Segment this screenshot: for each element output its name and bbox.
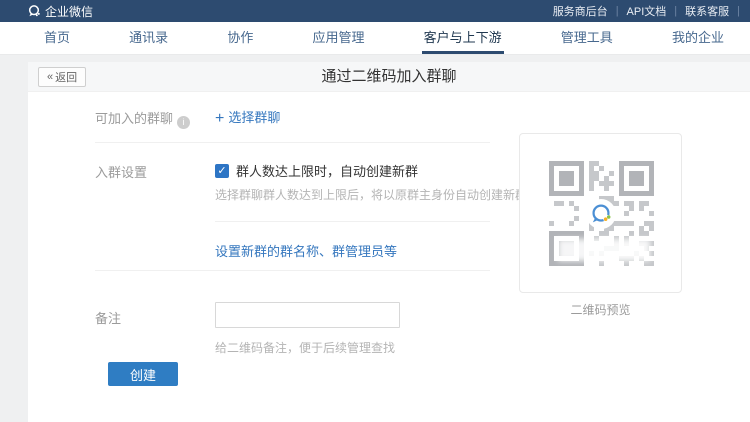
joinable-group-label: 可加入的群聊 i — [95, 108, 190, 129]
info-icon[interactable]: i — [177, 116, 190, 129]
topbar: 企业微信 服务商后台 | API文档 | 联系客服 | — [0, 0, 750, 22]
main-nav: 首页 通讯录 协作 应用管理 客户与上下游 管理工具 我的企业 — [0, 22, 750, 55]
link-contact-support[interactable]: 联系客服 — [677, 3, 737, 19]
divider — [95, 270, 490, 271]
remark-input[interactable] — [215, 302, 400, 328]
nav-item-app-management[interactable]: 应用管理 — [310, 22, 366, 54]
qr-blur-overlay — [558, 239, 650, 261]
nav-item-contacts[interactable]: 通讯录 — [127, 22, 170, 54]
content-card: « 返回 通过二维码加入群聊 可加入的群聊 i + 选择群聊 入群设置 ✓ 群人数达… — [28, 62, 750, 422]
new-group-settings-link[interactable]: 设置新群的群名称、群管理员等 — [215, 241, 397, 260]
select-group-link[interactable]: + 选择群聊 — [215, 107, 280, 128]
qr-preview-caption: 二维码预览 — [519, 301, 682, 318]
topbar-links: 服务商后台 | API文档 | 联系客服 | — [545, 3, 740, 19]
auto-create-group-option: ✓ 群人数达上限时，自动创建新群 — [215, 161, 418, 180]
separator: | — [737, 5, 740, 17]
select-group-link-label: 选择群聊 — [228, 110, 280, 125]
remark-helper-text: 给二维码备注，便于后续管理查找 — [215, 339, 395, 356]
plus-icon: + — [215, 110, 224, 127]
nav-item-home[interactable]: 首页 — [42, 22, 72, 54]
auto-create-group-checkbox-label: 群人数达上限时，自动创建新群 — [236, 161, 418, 180]
link-service-provider[interactable]: 服务商后台 — [545, 3, 616, 19]
divider — [95, 142, 490, 143]
brand[interactable]: 企业微信 — [27, 3, 93, 20]
join-settings-helper-text: 选择群聊群人数达到上限后，将以原群主身份自动创建新群 — [215, 186, 527, 203]
join-settings-label: 入群设置 — [95, 162, 147, 181]
qr-preview-panel — [519, 133, 682, 293]
auto-create-group-checkbox[interactable]: ✓ — [215, 164, 229, 178]
divider — [215, 221, 490, 222]
nav-item-collaboration[interactable]: 协作 — [225, 22, 255, 54]
screen: 企业微信 服务商后台 | API文档 | 联系客服 | 首页 通讯录 协作 应用… — [0, 0, 750, 422]
page-title: 通过二维码加入群聊 — [28, 62, 750, 92]
nav-item-my-company[interactable]: 我的企业 — [670, 22, 726, 54]
remark-label: 备注 — [95, 308, 121, 327]
nav-item-admin-tools[interactable]: 管理工具 — [559, 22, 615, 54]
page-header: « 返回 通过二维码加入群聊 — [28, 62, 750, 92]
create-button[interactable]: 创建 — [108, 362, 178, 386]
brand-name: 企业微信 — [45, 3, 93, 20]
link-api-docs[interactable]: API文档 — [619, 3, 675, 19]
wecom-bubble-icon — [27, 4, 41, 18]
wecom-logo-icon — [586, 199, 616, 229]
joinable-group-label-text: 可加入的群聊 — [95, 111, 173, 126]
nav-item-customers-upstream-downstream[interactable]: 客户与上下游 — [422, 22, 504, 54]
